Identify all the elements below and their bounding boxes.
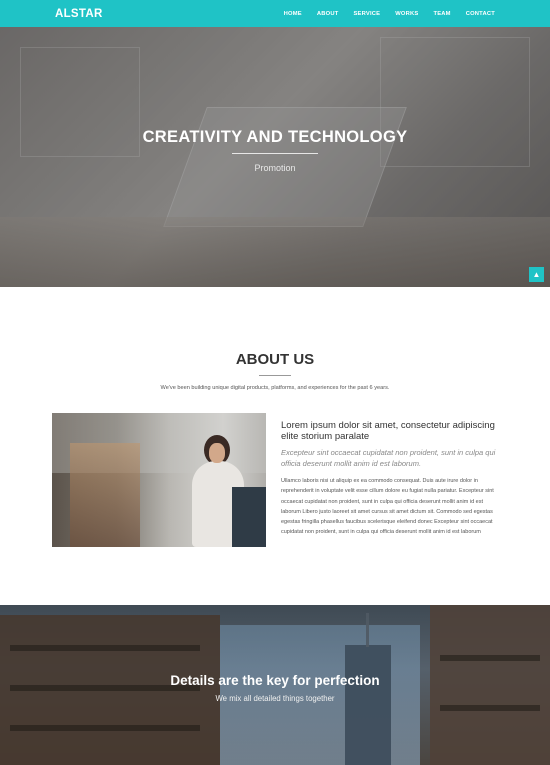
about-divider (259, 375, 291, 376)
nav-item-team[interactable]: TEAM (433, 11, 450, 17)
chevron-up-icon: ▲ (532, 270, 541, 279)
nav-item-home[interactable]: HOME (284, 11, 302, 17)
hero-divider (232, 153, 318, 154)
brand-logo[interactable]: ALSTAR (55, 8, 103, 20)
details-subtitle: We mix all detailed things together (215, 694, 335, 703)
laptop-image (232, 487, 266, 547)
top-navbar: ALSTAR HOME ABOUT SERVICE WORKS TEAM CON… (0, 0, 550, 27)
about-heading: Lorem ipsum dolor sit amet, consectetur … (281, 420, 495, 442)
about-subtitle: We've been building unique digital produ… (160, 385, 390, 391)
nav-item-about[interactable]: ABOUT (317, 11, 339, 17)
nav-item-works[interactable]: WORKS (395, 11, 418, 17)
skyscraper-spire (366, 613, 369, 647)
paint-brushes-image (70, 443, 140, 547)
nav-item-contact[interactable]: CONTACT (466, 11, 495, 17)
details-title: Details are the key for perfection (170, 673, 380, 688)
main-menu: HOME ABOUT SERVICE WORKS TEAM CONTACT (284, 11, 495, 17)
hero-overlay (0, 27, 550, 287)
about-body-text: Ullamco laboris nisi ut aliquip ex ea co… (281, 478, 494, 536)
details-section: Details are the key for perfection We mi… (0, 605, 550, 765)
nav-item-service[interactable]: SERVICE (353, 11, 380, 17)
hero-section: CREATIVITY AND TECHNOLOGY Promotion (0, 27, 550, 287)
about-photo (52, 413, 266, 547)
hero-subtitle: Promotion (254, 163, 296, 173)
skyscraper-image (345, 645, 391, 765)
hero-title: CREATIVITY AND TECHNOLOGY (142, 128, 408, 146)
about-quote: Excepteur sint occaecat cupidatat non pr… (281, 448, 496, 468)
about-title: ABOUT US (235, 351, 315, 368)
scroll-top-button[interactable]: ▲ (529, 267, 544, 282)
